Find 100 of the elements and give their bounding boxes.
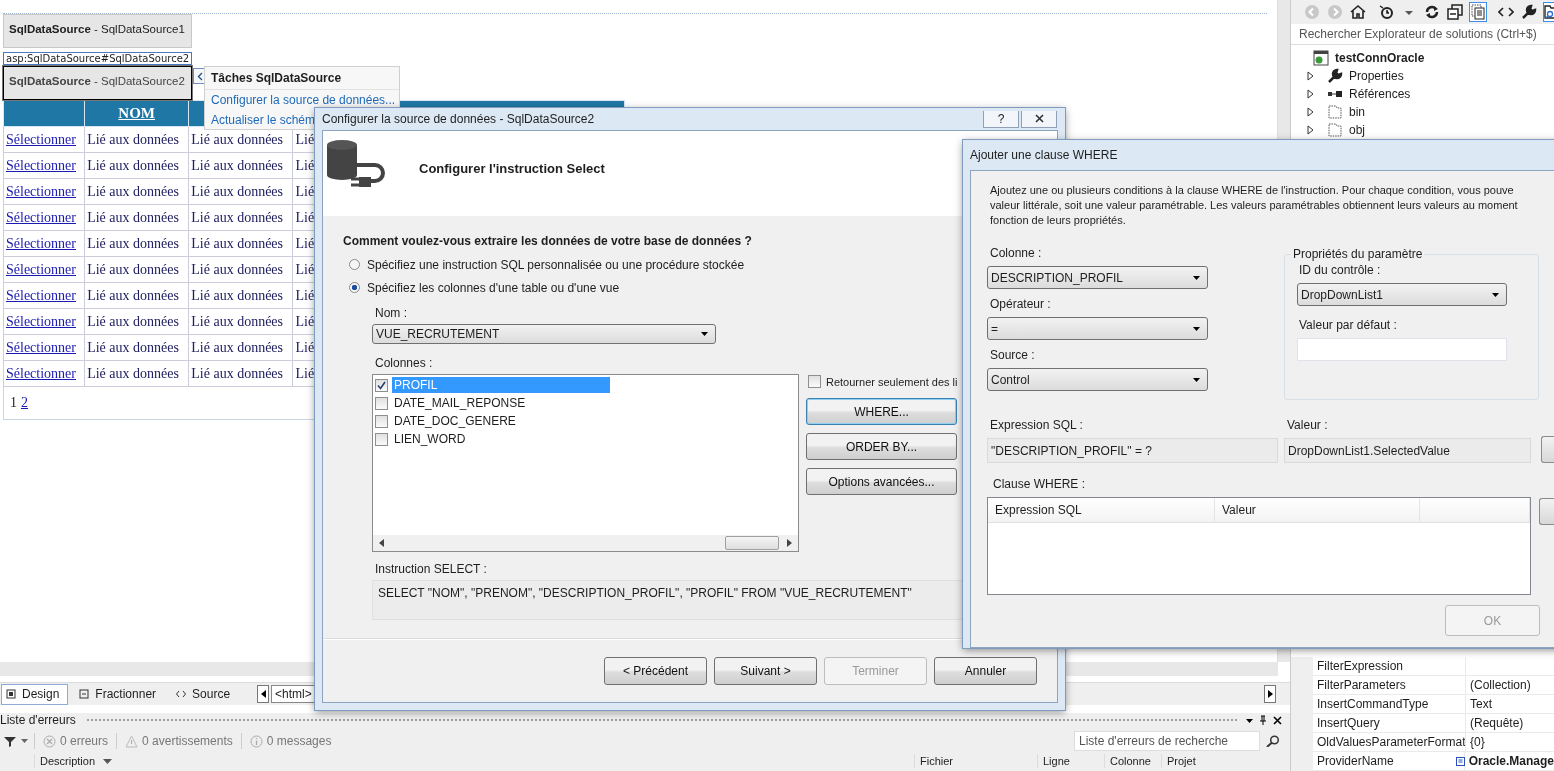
expression-field[interactable]: "DESCRIPTION_PROFIL" = ? bbox=[987, 438, 1278, 463]
column-header[interactable]: Projet bbox=[1161, 754, 1241, 768]
radio-button[interactable] bbox=[349, 282, 360, 293]
view-tab[interactable]: Design bbox=[1, 683, 69, 705]
triangle-right-icon bbox=[787, 539, 792, 547]
tag-breadcrumb[interactable]: <html> bbox=[271, 685, 316, 703]
column-header[interactable]: Colonne bbox=[1104, 754, 1161, 768]
dialog-button[interactable]: Annuler bbox=[934, 657, 1037, 685]
filter-button[interactable]: 0 erreurs bbox=[41, 734, 111, 748]
filter-button[interactable]: 0 messages bbox=[247, 734, 334, 748]
caret-down-icon bbox=[700, 331, 709, 337]
search-icon[interactable] bbox=[1266, 735, 1280, 747]
field-label: Nom : bbox=[375, 306, 408, 320]
chevron-left-icon bbox=[196, 71, 203, 81]
select-link[interactable]: Sélectionner bbox=[3, 256, 85, 283]
select-link[interactable]: Sélectionner bbox=[3, 126, 85, 153]
expand-arrow-icon[interactable] bbox=[1307, 71, 1315, 81]
table-cell: Lié aux données bbox=[188, 282, 293, 309]
close-button[interactable] bbox=[1021, 110, 1057, 128]
property-value[interactable]: (Collection) bbox=[1470, 678, 1531, 692]
description-text: Ajoutez une ou plusieurs conditions à la clause WHERE de l'instruction. Pour chaque condition, vous pouve valeur littérale, soit une valeur paramétrable. Les valeurs paramétrables obtiennent leurs valeurs au moment fonction de leurs propriétés. bbox=[990, 183, 1519, 228]
source-dropdown[interactable]: Control bbox=[987, 368, 1208, 391]
operator-dropdown[interactable]: = bbox=[987, 317, 1208, 340]
clock-icon[interactable] bbox=[1377, 2, 1395, 22]
home-icon[interactable] bbox=[1349, 2, 1367, 22]
property-value[interactable]: (Requête) bbox=[1470, 716, 1524, 730]
select-link[interactable]: Sélectionner bbox=[3, 334, 85, 361]
list-item[interactable]: DATE_DOC_GENERE bbox=[392, 413, 610, 429]
scroll-right-button[interactable] bbox=[1264, 685, 1276, 703]
select-link[interactable]: Sélectionner bbox=[3, 152, 85, 179]
help-button[interactable]: ? bbox=[983, 110, 1019, 128]
filter-icon[interactable] bbox=[4, 735, 16, 747]
column-header[interactable]: Expression SQL bbox=[988, 498, 1215, 522]
documents-icon[interactable] bbox=[1469, 2, 1487, 22]
column-header[interactable]: Ligne bbox=[1037, 754, 1104, 768]
property-value[interactable]: Text bbox=[1470, 697, 1492, 711]
partial-button[interactable] bbox=[1539, 498, 1554, 525]
list-item[interactable]: DATE_MAIL_REPONSE bbox=[392, 395, 610, 411]
table-dropdown[interactable]: VUE_RECRUTEMENT bbox=[372, 324, 716, 344]
tree-item[interactable]: testConnOracle bbox=[1335, 51, 1425, 65]
page-link[interactable]: 2 bbox=[21, 395, 28, 410]
checkbox[interactable] bbox=[375, 432, 388, 446]
dialog-button[interactable]: WHERE... bbox=[806, 398, 957, 425]
checkbox[interactable] bbox=[375, 378, 388, 392]
expand-arrow-icon[interactable] bbox=[1307, 125, 1315, 135]
column-header[interactable]: Fichier bbox=[914, 754, 1037, 768]
checkbox[interactable] bbox=[375, 414, 388, 428]
field-label: Valeur : bbox=[1287, 418, 1329, 432]
expand-arrow-icon[interactable] bbox=[1307, 107, 1315, 117]
select-link[interactable]: Sélectionner bbox=[3, 282, 85, 309]
group-title: Propriétés du paramètre bbox=[1291, 247, 1425, 261]
tree-item[interactable]: bin bbox=[1349, 105, 1365, 119]
select-link[interactable]: Sélectionner bbox=[3, 308, 85, 335]
caret-down-icon[interactable] bbox=[1245, 717, 1253, 723]
dialog-button[interactable]: Options avancées... bbox=[806, 468, 957, 495]
dialog-button[interactable]: Suivant > bbox=[714, 657, 817, 685]
column-dropdown[interactable]: DESCRIPTION_PROFIL bbox=[987, 266, 1208, 289]
component-box[interactable]: SqlDataSource - SqlDataSource1 bbox=[3, 14, 192, 48]
horizontal-scrollbar[interactable] bbox=[373, 535, 798, 551]
default-value-field[interactable] bbox=[1297, 338, 1507, 361]
scroll-left-button[interactable] bbox=[257, 685, 270, 703]
select-link[interactable]: Sélectionner bbox=[3, 360, 85, 387]
select-link[interactable]: Sélectionner bbox=[3, 230, 85, 257]
field-label: Clause WHERE : bbox=[993, 477, 1087, 491]
tree-item[interactable]: Références bbox=[1349, 87, 1411, 101]
column-header[interactable]: Valeur bbox=[1215, 498, 1420, 522]
radio-button[interactable] bbox=[349, 259, 360, 270]
component-box[interactable]: SqlDataSource - SqlDataSource2 bbox=[3, 66, 192, 100]
list-item[interactable]: LIEN_WORD bbox=[392, 431, 610, 447]
dialog-button[interactable]: ORDER BY... bbox=[806, 433, 957, 460]
column-header[interactable]: NOM bbox=[84, 100, 189, 127]
menu-link[interactable]: Configurer la source de données... bbox=[205, 90, 399, 110]
search-field[interactable]: Liste d'erreurs de recherche bbox=[1074, 731, 1260, 751]
caret-down-icon bbox=[1192, 376, 1201, 383]
web-project-icon bbox=[1313, 50, 1329, 66]
filter-button[interactable]: 0 avertissements bbox=[123, 734, 235, 748]
tree-item[interactable]: obj bbox=[1349, 123, 1365, 137]
select-link[interactable]: Sélectionner bbox=[3, 204, 85, 231]
property-value[interactable]: Oracle.Manage bbox=[1468, 754, 1554, 768]
checkbox[interactable] bbox=[808, 375, 821, 388]
scroll-thumb[interactable] bbox=[725, 536, 779, 550]
property-value[interactable]: {0} bbox=[1470, 735, 1485, 749]
triangle-left-icon bbox=[260, 690, 266, 698]
checkbox-label[interactable]: Retourner seulement des li bbox=[826, 375, 958, 388]
pin-icon[interactable] bbox=[1259, 715, 1267, 725]
expand-arrow-icon[interactable] bbox=[1307, 89, 1315, 99]
table-cell: Lié aux données bbox=[188, 308, 293, 335]
column-header[interactable]: Description bbox=[34, 754, 914, 768]
close-icon[interactable] bbox=[1273, 715, 1282, 725]
dialog-button[interactable]: < Précédent bbox=[604, 657, 707, 685]
control-id-dropdown[interactable]: DropDownList1 bbox=[1297, 283, 1507, 306]
checkbox[interactable] bbox=[375, 396, 388, 410]
field-label: Opérateur : bbox=[990, 297, 1052, 311]
select-link[interactable]: Sélectionner bbox=[3, 178, 85, 205]
value-field[interactable]: DropDownList1.SelectedValue bbox=[1284, 438, 1531, 463]
tree-item[interactable]: Properties bbox=[1349, 69, 1404, 83]
view-tab[interactable]: Source bbox=[171, 683, 240, 705]
windows-icon[interactable] bbox=[1446, 2, 1464, 22]
radio-label[interactable]: Spécifiez les colonnes d'une table ou d'une vue bbox=[367, 280, 620, 295]
view-tab[interactable]: Fractionner bbox=[74, 683, 166, 705]
